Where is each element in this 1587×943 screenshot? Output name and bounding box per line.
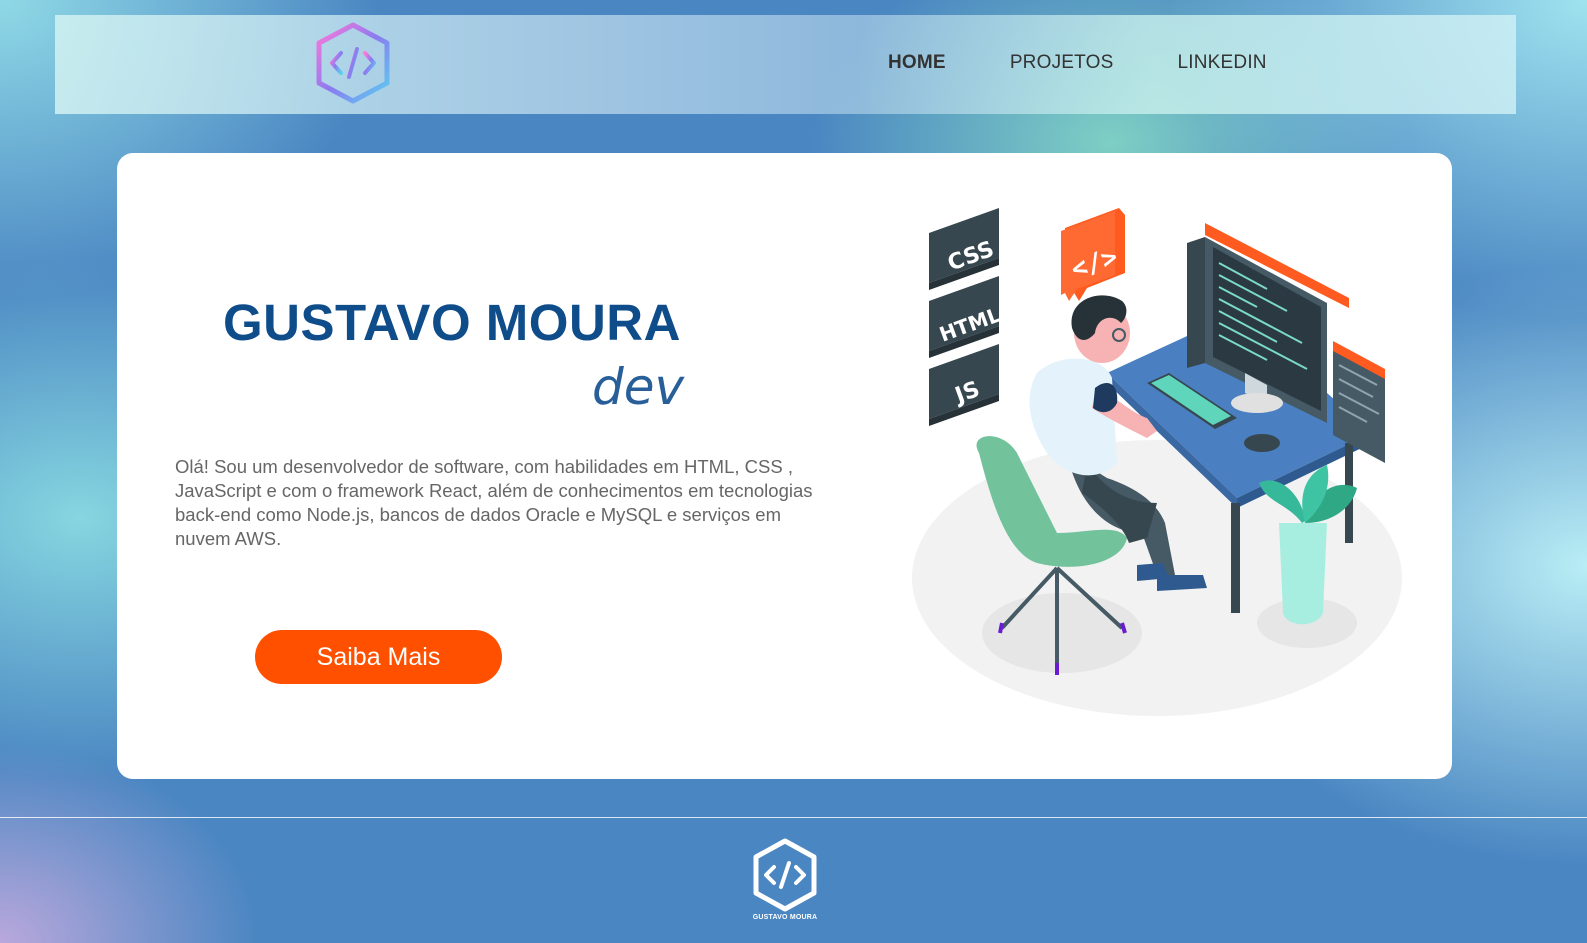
main-nav: HOME PROJETOS LINKEDIN: [888, 52, 1331, 74]
hero-bio: Olá! Sou um desenvolvedor de software, c…: [175, 456, 813, 549]
saiba-mais-button[interactable]: Saiba Mais: [255, 630, 502, 684]
footer-logo-label: GUSTAVO MOURA: [752, 914, 818, 921]
hero-role: dev: [592, 358, 685, 416]
footer-divider: [0, 817, 1587, 818]
hero-card: GUSTAVO MOURA dev Olá! Sou um desenvolve…: [117, 153, 1452, 779]
footer-code-hexagon-icon: [752, 837, 818, 913]
developer-illustration: CSS HTML JS </>: [907, 203, 1427, 723]
hero-name: GUSTAVO MOURA: [223, 294, 681, 351]
nav-projetos-link[interactable]: PROJETOS: [1010, 52, 1114, 74]
navbar: HOME PROJETOS LINKEDIN: [55, 15, 1516, 114]
html-badge-icon: HTML: [929, 276, 1004, 358]
css-badge-icon: CSS: [929, 208, 999, 290]
code-bubble-icon: </>: [1061, 208, 1125, 301]
js-badge-icon: JS: [929, 344, 999, 426]
code-hexagon-icon[interactable]: [315, 21, 391, 105]
nav-linkedin-link[interactable]: LINKEDIN: [1177, 52, 1266, 74]
nav-home-link[interactable]: HOME: [888, 52, 946, 74]
